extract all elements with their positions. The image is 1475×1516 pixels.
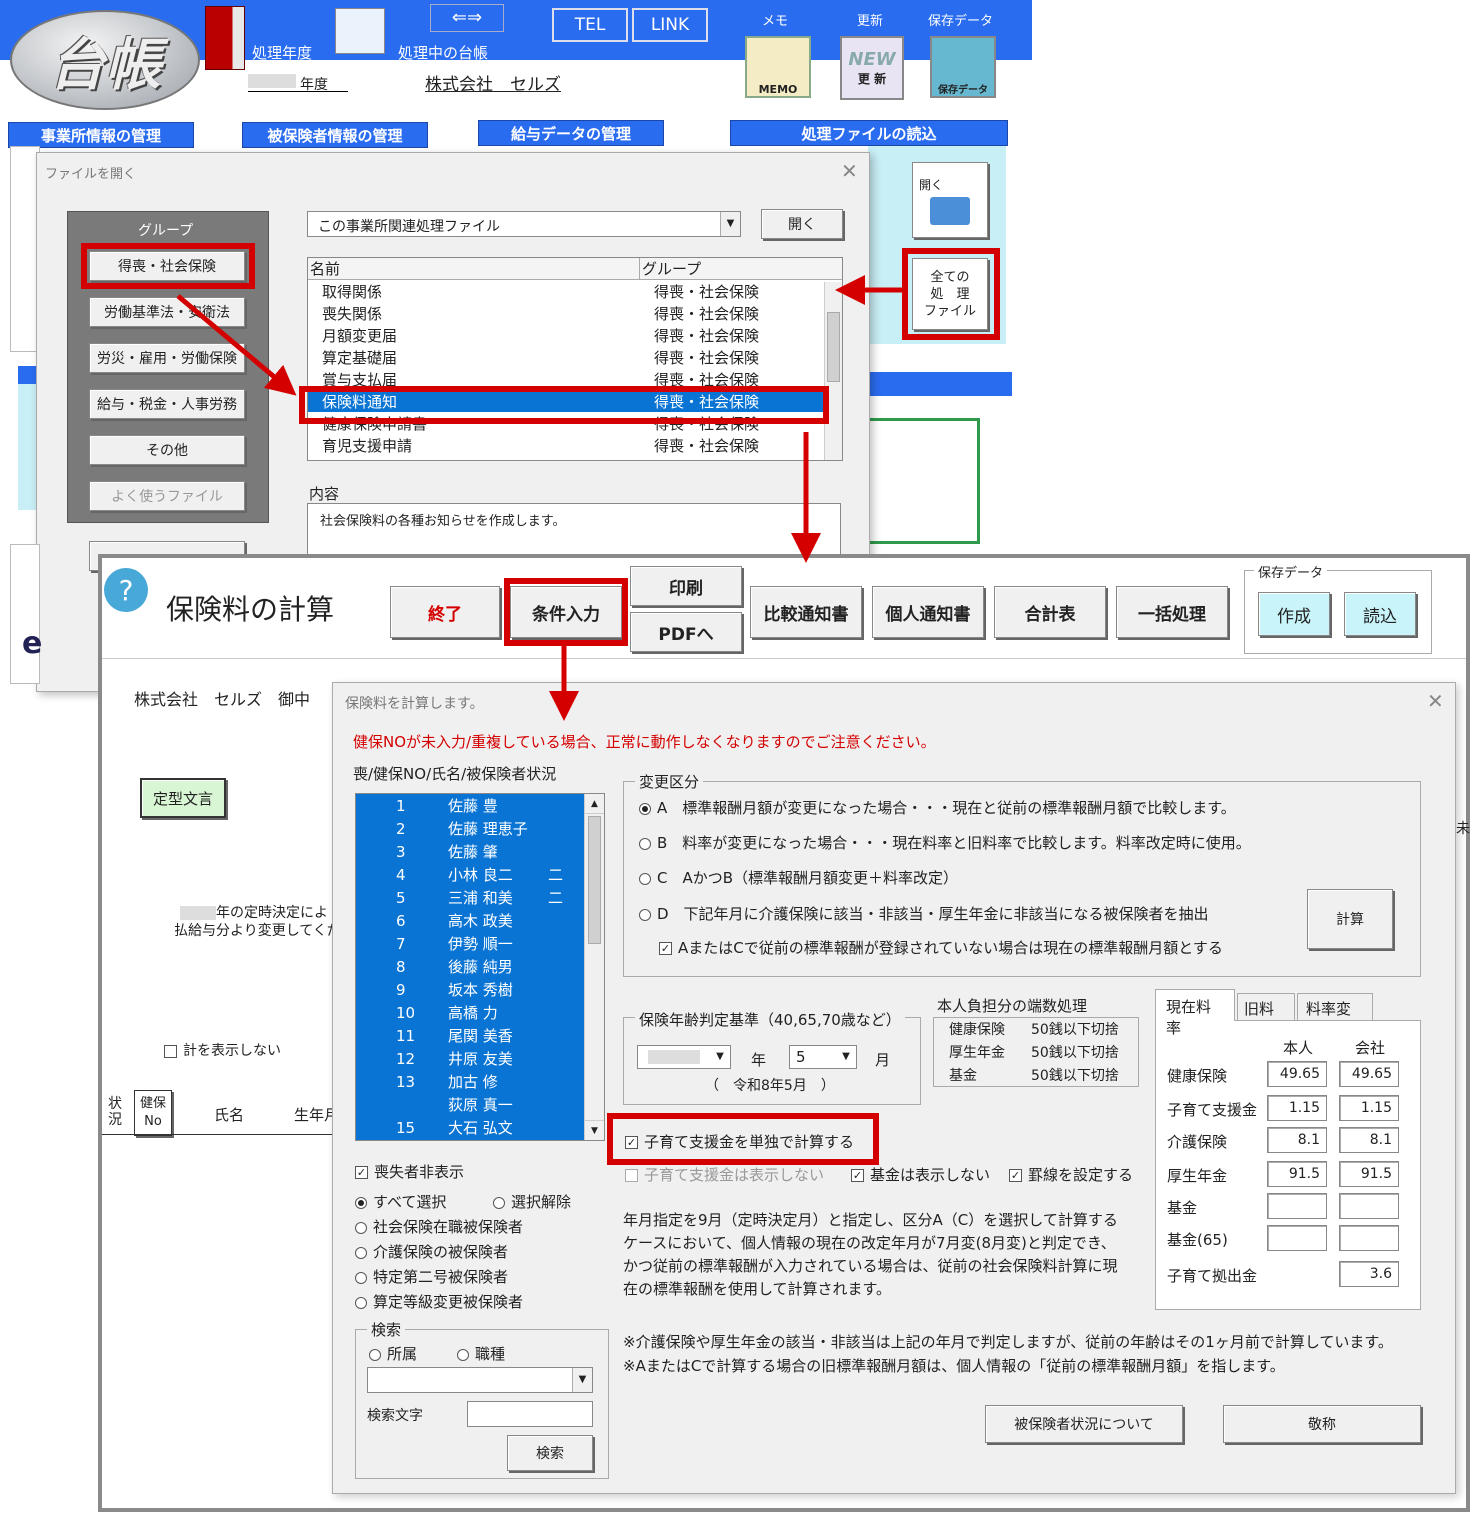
arrow-group-to-file xyxy=(176,294,297,396)
tab-current-rate[interactable]: 現在料率 xyxy=(1155,989,1235,1037)
annotation-arrows xyxy=(176,275,902,721)
